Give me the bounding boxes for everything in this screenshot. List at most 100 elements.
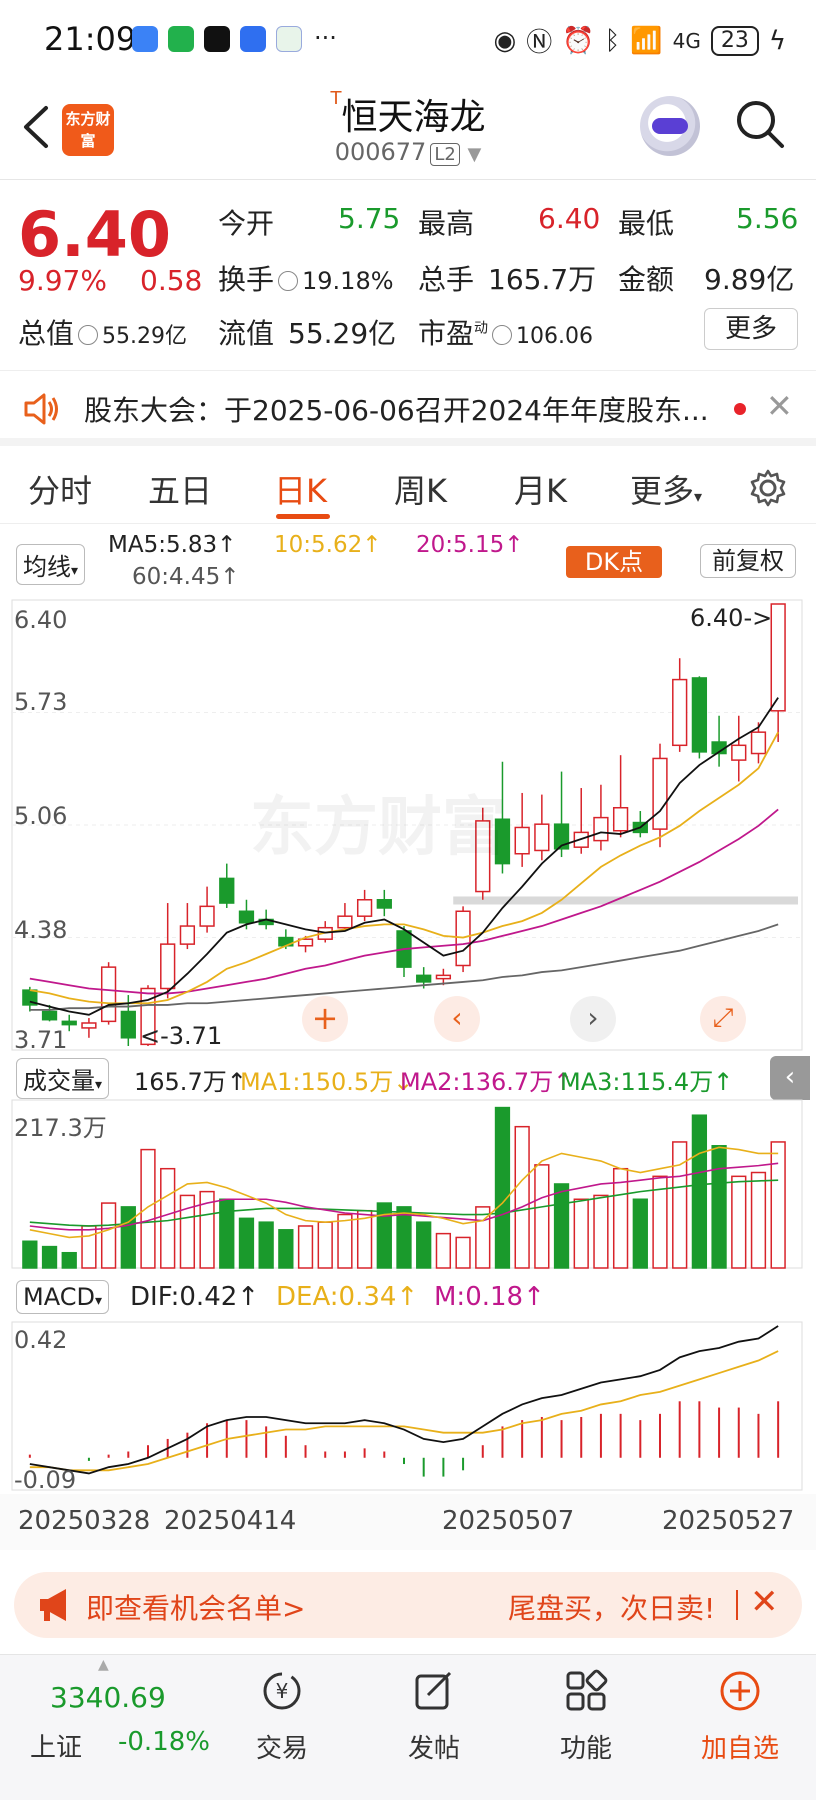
open-label: 今开 — [218, 207, 275, 240]
scroll-right-button[interactable]: › — [570, 996, 616, 1042]
volume-label: 总手 — [418, 263, 475, 296]
tab-weekly-k[interactable]: 周K — [394, 466, 447, 512]
volume-bar — [258, 1221, 274, 1269]
tab-monthly-k[interactable]: 月K — [514, 466, 567, 512]
info-icon[interactable] — [492, 325, 513, 345]
ma-selector-label: 均线 — [23, 553, 71, 581]
tab-intraday[interactable]: 分时 — [28, 466, 92, 512]
tab-more[interactable]: 更多▾ — [630, 466, 702, 512]
min-price-label: <-3.71 — [140, 1022, 223, 1050]
signal-text: 4G — [672, 28, 701, 53]
macd-selector[interactable]: MACD▾ — [16, 1280, 109, 1314]
trade-button[interactable]: ¥ 交易 — [222, 1669, 342, 1765]
volume-bar — [573, 1198, 589, 1269]
level2-badge: L2 — [430, 143, 460, 166]
volume-bar — [455, 1236, 471, 1269]
announcement-text: 股东大会：于2025-06-06召开2024年年度股东... — [84, 394, 709, 427]
candle-body — [416, 974, 432, 983]
candle-body — [691, 677, 708, 753]
close-icon[interactable]: ✕ — [750, 1582, 779, 1622]
functions-button[interactable]: 功能 — [526, 1669, 646, 1765]
zoom-in-button[interactable]: + — [302, 996, 348, 1042]
adjust-button[interactable]: 前复权 — [700, 544, 796, 578]
y-tick-label: 5.73 — [14, 688, 68, 716]
volume-chart[interactable] — [0, 1098, 816, 1272]
low-label: 最低 — [618, 207, 675, 240]
collapse-panel-button[interactable]: ‹ — [770, 1056, 810, 1100]
stock-name-prefix: T — [330, 88, 342, 109]
banner-right-text: 尾盘买，次日卖! — [508, 1592, 716, 1625]
pe-ratio: 市盈动 106.06 — [418, 312, 593, 352]
index-name: 上证 — [30, 1733, 83, 1763]
volume-bar — [297, 1225, 314, 1269]
info-icon[interactable] — [278, 271, 299, 291]
volume-value: 165.7万 — [488, 263, 597, 296]
volume-bar — [672, 1141, 688, 1269]
y-tick-label: 4.38 — [14, 916, 68, 944]
info-icon[interactable] — [78, 325, 99, 345]
volume-bar — [632, 1198, 648, 1269]
banner-left-text: 即查看机会名单> — [86, 1592, 306, 1625]
announcement-bar[interactable]: 股东大会：于2025-06-06召开2024年年度股东... ✕ — [0, 370, 816, 446]
macd-dif: DIF:0.42↑ — [130, 1282, 260, 1312]
tab-daily-k[interactable]: 日K — [274, 466, 327, 512]
status-bar: 21:09 ··· ◉ Ⓝ ⏰ ᛒ 📶 4G 23 ϟ — [0, 0, 816, 76]
volume-bar — [160, 1167, 176, 1269]
more-quote-button[interactable]: 更多 — [704, 308, 798, 350]
volume-bar — [553, 1183, 570, 1269]
fullscreen-icon[interactable]: ⤢ — [700, 996, 746, 1042]
volume-bar — [140, 1148, 156, 1269]
volume-selector[interactable]: 成交量▾ — [16, 1058, 110, 1099]
speaker-icon — [24, 393, 58, 425]
macd-chart[interactable] — [0, 1320, 816, 1492]
dk-point-button[interactable]: DK点 — [566, 546, 662, 578]
volume-bar — [494, 1106, 511, 1269]
bottom-toolbar: ▲ 3340.69 上证 -0.18% ¥ 交易 发帖 功能 加自选 — [0, 1654, 816, 1800]
alarm-icon: ⏰ — [562, 25, 595, 56]
date-label: 20250507 — [442, 1506, 575, 1536]
pe-sup: 动 — [474, 320, 489, 337]
post-button[interactable]: 发帖 — [374, 1669, 494, 1765]
volume-bar — [435, 1232, 452, 1269]
scroll-left-button[interactable]: ‹ — [434, 996, 480, 1042]
promo-banner[interactable]: 即查看机会名单> 尾盘买，次日卖! ✕ — [14, 1572, 802, 1638]
add-watchlist-button[interactable]: 加自选 — [680, 1669, 800, 1765]
float-cap-label: 流值 — [218, 317, 275, 350]
volume-bar — [219, 1198, 235, 1269]
market-cap: 总值 55.29亿 — [18, 312, 187, 352]
date-axis: 20250328 20250414 20250507 20250527 — [0, 1494, 816, 1550]
index-widget[interactable]: ▲ 3340.69 上证 -0.18% — [0, 1655, 220, 1800]
close-icon[interactable]: ✕ — [766, 387, 793, 425]
chevron-down-icon: ▾ — [94, 1293, 102, 1309]
dea-line — [29, 1350, 779, 1472]
plus-circle-icon — [720, 1671, 760, 1711]
bluetooth-icon: ᛒ — [604, 25, 621, 56]
candle-body — [61, 1020, 77, 1026]
wechat-icon — [168, 26, 194, 52]
candle-body — [435, 974, 452, 980]
candle-body — [337, 915, 353, 929]
active-tab-indicator — [276, 514, 330, 519]
candle-body — [81, 1022, 97, 1029]
float-cap-value: 55.29亿 — [288, 317, 397, 350]
ma-selector[interactable]: 均线▾ — [16, 544, 86, 585]
unread-dot — [734, 403, 746, 415]
search-icon[interactable] — [732, 96, 788, 152]
volume-bar — [22, 1240, 38, 1269]
megaphone-icon — [40, 1589, 66, 1621]
macd-bottom-label: -0.09 — [14, 1466, 77, 1494]
macd-dea: DEA:0.34↑ — [276, 1282, 419, 1312]
volume-bar — [41, 1245, 58, 1269]
tab-five-day[interactable]: 五日 — [148, 466, 212, 512]
app-icon — [276, 26, 302, 52]
date-label: 20250414 — [164, 1506, 297, 1536]
candle-body — [238, 910, 255, 924]
nfc-icon: Ⓝ — [526, 28, 553, 58]
ai-assistant-icon[interactable] — [640, 96, 700, 156]
settings-gear-icon[interactable] — [748, 468, 788, 508]
vol-ma1: MA1:150.5万↓ — [240, 1068, 414, 1096]
candle-body — [100, 966, 117, 1023]
index-value: 3340.69 — [50, 1681, 166, 1714]
wifi-icon: 📶 — [630, 25, 663, 56]
trade-label: 交易 — [255, 1734, 308, 1764]
